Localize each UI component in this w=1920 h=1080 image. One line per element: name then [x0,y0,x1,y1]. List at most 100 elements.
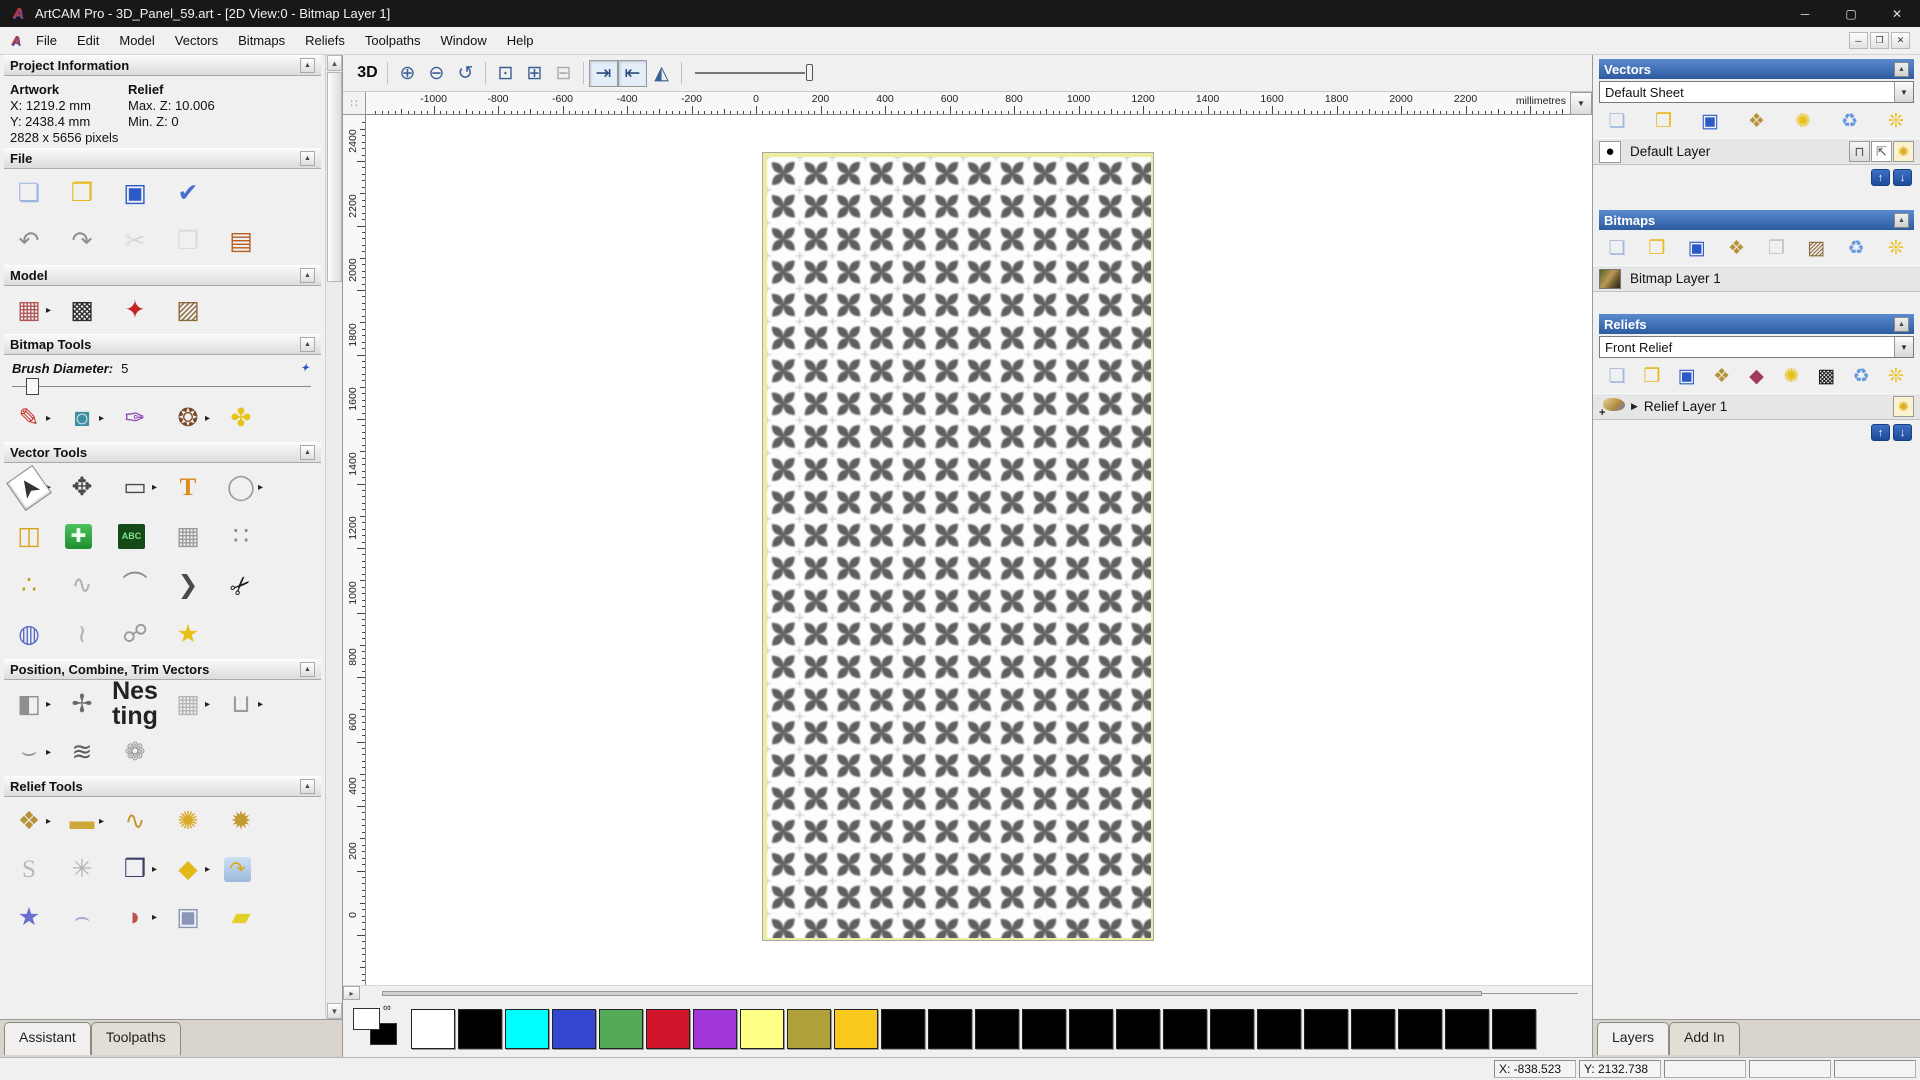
sheet-select[interactable]: Default Sheet ▼ [1599,81,1914,103]
menu-reliefs[interactable]: Reliefs [295,29,355,52]
save-vector-layer-button[interactable]: ▣ [1698,110,1722,132]
collapse-file-icon[interactable]: ▲ [300,151,315,166]
flyout-arrow-icon[interactable]: ▸ [258,699,268,710]
smooth-relief-button[interactable]: ∿ [118,805,171,837]
flyout-arrow-icon[interactable]: ▸ [46,413,56,424]
scroll-down-icon[interactable]: ▼ [327,1003,342,1019]
palette-swatch-5[interactable] [646,1008,690,1049]
colour-picker-button[interactable]: ✑ [118,402,171,434]
tab-add-in[interactable]: Add In [1669,1022,1740,1055]
flyout-arrow-icon[interactable]: ▸ [46,305,56,316]
delete-relief-layer-button[interactable]: ♻ [1849,365,1873,387]
zoom-to-fit-button[interactable]: ⊞ [520,60,549,87]
ruler-origin-button[interactable]: ∷ [343,92,366,115]
palette-swatch-22[interactable] [1445,1008,1489,1049]
palette-swatch-13[interactable] [1022,1008,1066,1049]
collapse-model-icon[interactable]: ▲ [300,268,315,283]
clear-bitmap-layer-button[interactable]: ❐ [1764,237,1788,259]
open-bitmap-file-button[interactable]: ❒ [1645,237,1669,259]
flyout-arrow-icon[interactable]: ▸ [46,816,56,827]
palette-swatch-19[interactable] [1304,1008,1348,1049]
hscroll-thumb[interactable] [382,990,1483,996]
copy-transform-relief-button[interactable]: ↷ [224,856,277,882]
freehand-draw-button[interactable]: ∿ [65,570,118,602]
menu-bitmaps[interactable]: Bitmaps [228,29,295,52]
merge-vector-layers-button[interactable]: ❖ [1745,110,1769,132]
flyout-arrow-icon[interactable]: ▸ [152,912,162,923]
copy-bitmap-layer-button[interactable]: ▨ [1804,237,1828,259]
join-vectors-button[interactable]: ⌣ ▸ [12,736,65,768]
palette-swatch-20[interactable] [1351,1008,1395,1049]
palette-swatch-18[interactable] [1257,1008,1301,1049]
undo-button[interactable]: ↶ [12,225,65,257]
zoom-1-to-1-button[interactable]: ⊡ [491,60,520,87]
palette-swatch-9[interactable] [834,1008,878,1049]
mirror-vectors-button[interactable]: ☍ [118,619,171,651]
toggle-relief-visibility-button[interactable]: ✺ [1779,365,1803,387]
offset-relief-button[interactable]: ▰ [224,901,277,933]
palette-swatch-15[interactable] [1116,1008,1160,1049]
minimize-button[interactable]: ─ [1782,0,1828,27]
paste-relief-clipart-button[interactable]: ❖ ▸ [12,805,65,837]
unlock-icon[interactable]: ⊓ [1849,141,1870,162]
merge-relief-layers-button[interactable]: ❖ [1710,365,1734,387]
palette-swatch-21[interactable] [1398,1008,1442,1049]
offset-vectors-button[interactable]: ◍ [12,619,65,651]
save-relief-layer-button[interactable]: ▣ [1675,365,1699,387]
chevron-down-icon[interactable]: ▼ [1894,337,1913,357]
create-arc-button[interactable]: ⌒ [118,570,171,602]
view-3d-button[interactable]: 3D [353,60,382,87]
paste-in-position-button[interactable]: ✚ [65,524,118,549]
palette-swatch-14[interactable] [1069,1008,1113,1049]
tab-assistant[interactable]: Assistant [4,1022,91,1055]
vector-texture-button[interactable]: ≋ [65,736,118,768]
weave-wizard-button[interactable]: ✳ [65,853,118,885]
flyout-arrow-icon[interactable]: ▸ [152,864,162,875]
envelope-distort-button[interactable]: ▦ [171,521,224,553]
toggle-all-visibility-button[interactable]: ❊ [1884,110,1908,132]
flyout-arrow-icon[interactable]: ▸ [205,864,215,875]
redo-button[interactable]: ↷ [65,225,118,257]
visibility-bulb-icon[interactable]: ✺ [1893,141,1914,162]
colour-palette-button[interactable]: ❂ ▸ [171,402,224,434]
move-relief-down-button[interactable]: ↓ [1893,424,1912,441]
palette-swatch-7[interactable] [740,1008,784,1049]
save-bitmap-layer-button[interactable]: ▣ [1685,237,1709,259]
collapse-bitmap-tools-icon[interactable]: ▲ [300,337,315,352]
move-layer-up-button[interactable]: ↑ [1871,169,1890,186]
palette-swatch-23[interactable] [1492,1008,1536,1049]
primary-secondary-colour-selector[interactable]: ∞ [353,1002,403,1052]
new-vector-layer-button[interactable]: ❏ [1605,110,1629,132]
transform-vectors-button[interactable]: ✥ [65,472,118,504]
menu-edit[interactable]: Edit [67,29,109,52]
model-properties-button[interactable]: ✔ [171,177,224,209]
create-rectangle-button[interactable]: ▭ ▸ [118,472,171,504]
wrap-relief-button[interactable]: ⌢ [65,901,118,933]
new-bitmap-layer-button[interactable]: ❏ [1605,237,1629,259]
palette-swatch-11[interactable] [928,1008,972,1049]
flood-fill-region-button[interactable]: ✤ [224,402,277,434]
merge-bitmap-layers-button[interactable]: ❖ [1725,237,1749,259]
paste-button[interactable]: ▤ [224,225,277,257]
render-model-button[interactable]: ✦ [118,294,171,326]
flyout-arrow-icon[interactable]: ▸ [205,699,215,710]
open-vector-file-button[interactable]: ❒ [1652,110,1676,132]
add-relief-button[interactable]: ✺ [171,805,224,837]
block-array-copy-button[interactable]: ∷ [224,521,277,553]
collapse-relief-tools-icon[interactable]: ▲ [300,779,315,794]
palette-swatch-8[interactable] [787,1008,831,1049]
horizontal-scrollbar[interactable]: ▸ [343,985,1592,1000]
zero-rest-relief-button[interactable]: ▬ ▸ [65,805,118,837]
texture-relief-button[interactable]: ❒ ▸ [118,853,171,885]
flyout-arrow-icon[interactable]: ▸ [46,747,56,758]
palette-swatch-17[interactable] [1210,1008,1254,1049]
collapse-vector-tools-icon[interactable]: ▲ [300,445,315,460]
fit-curve-button[interactable]: ≀ [65,619,118,651]
menu-help[interactable]: Help [497,29,544,52]
star-wizard-button[interactable]: ★ [12,901,65,933]
transfer-relief-button[interactable]: ◆ [1745,365,1769,387]
bitmap-layer-row[interactable]: Bitmap Layer 1 [1593,265,1920,292]
paint-brush-button[interactable]: ✎ ▸ [12,402,65,434]
turn-relief-button[interactable]: ◗ ▸ [118,901,171,933]
delete-bitmap-layer-button[interactable]: ♻ [1844,237,1868,259]
